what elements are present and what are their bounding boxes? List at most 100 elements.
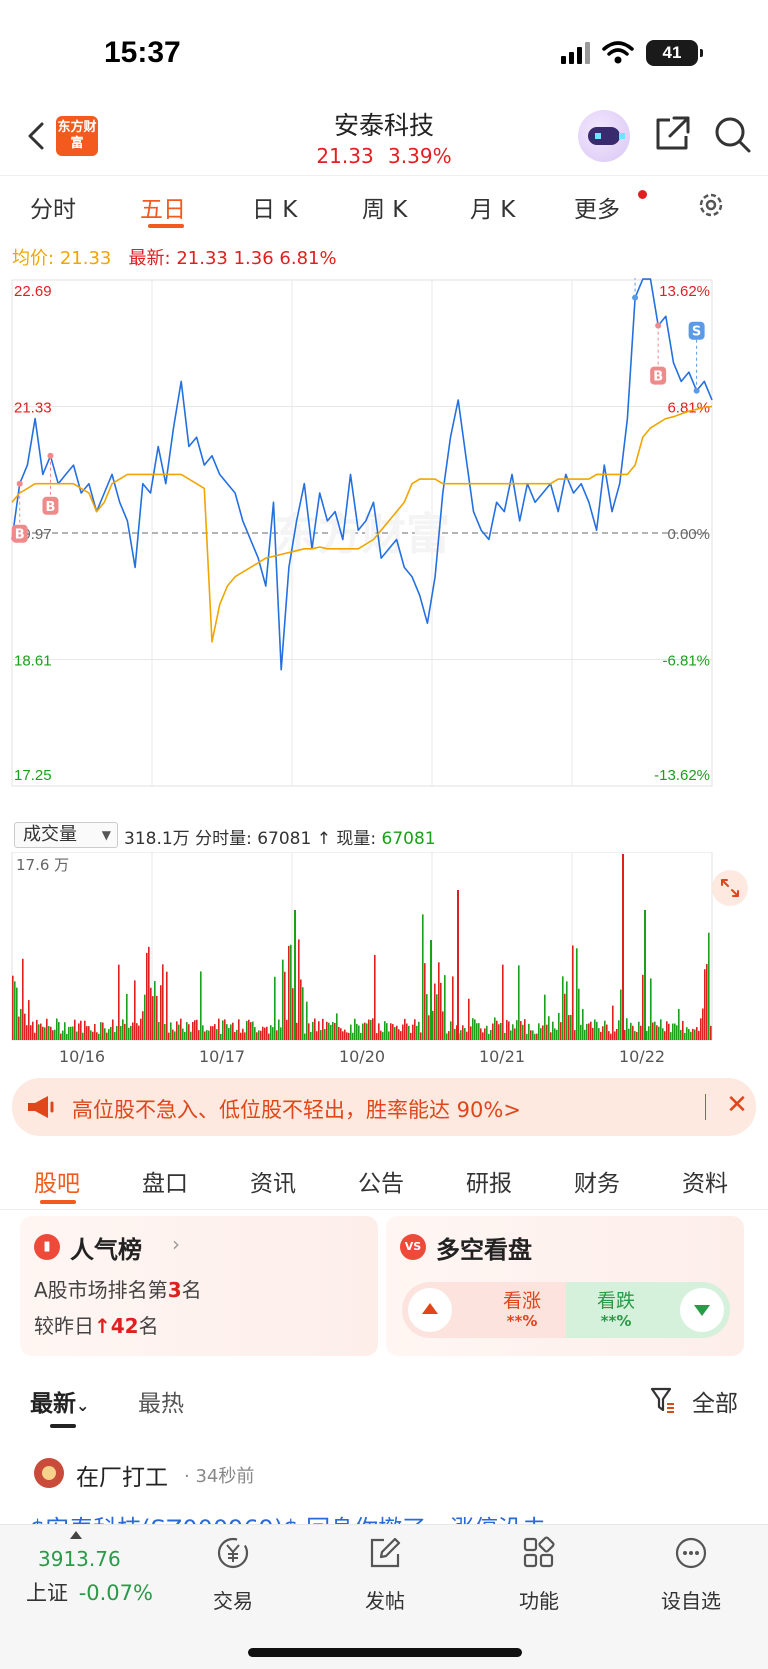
volume-bar bbox=[190, 1031, 192, 1040]
filter-icon[interactable] bbox=[650, 1386, 676, 1414]
volume-bar bbox=[110, 1026, 112, 1040]
post-username[interactable]: 在厂打工 bbox=[76, 1458, 168, 1492]
volume-bar bbox=[570, 1014, 572, 1040]
tab-daily-k[interactable]: 日 K bbox=[252, 190, 297, 224]
search-icon[interactable] bbox=[712, 114, 752, 154]
volume-bar bbox=[536, 1033, 538, 1040]
volume-bar bbox=[108, 1029, 110, 1040]
volume-bar bbox=[408, 1025, 410, 1040]
volume-bar bbox=[416, 1025, 418, 1040]
volume-bar bbox=[688, 1029, 690, 1040]
expand-icon[interactable] bbox=[712, 870, 748, 906]
volume-bar bbox=[512, 1024, 514, 1040]
tab-news[interactable]: 资讯 bbox=[250, 1164, 296, 1198]
volume-bar bbox=[16, 987, 18, 1040]
tab-monthly-k[interactable]: 月 K bbox=[470, 190, 515, 224]
volume-bar bbox=[608, 1031, 610, 1040]
tab-intraday[interactable]: 分时 bbox=[30, 190, 76, 224]
volume-bar bbox=[410, 1032, 412, 1040]
volume-bar bbox=[514, 1028, 516, 1040]
volume-indicator-select[interactable]: 成交量 ▼ bbox=[14, 822, 118, 848]
banner-text[interactable]: 高位股不急入、低位股不轻出，胜率能达 90%> bbox=[72, 1094, 521, 1124]
tab-announcements[interactable]: 公告 bbox=[358, 1164, 404, 1198]
volume-bar bbox=[356, 1023, 358, 1040]
assistant-robot-icon[interactable] bbox=[578, 110, 630, 162]
post-time: · 34秒前 bbox=[184, 1466, 255, 1487]
edit-icon bbox=[370, 1537, 401, 1568]
avatar[interactable] bbox=[34, 1458, 64, 1488]
volume-bar bbox=[530, 1030, 532, 1040]
y-tick-right: -6.81% bbox=[662, 653, 710, 670]
bullish-label[interactable]: 看涨 bbox=[482, 1286, 562, 1313]
volume-bar bbox=[696, 1027, 698, 1040]
tab-five-day[interactable]: 五日 bbox=[140, 190, 186, 224]
volume-bar bbox=[660, 1019, 662, 1040]
bearish-button[interactable] bbox=[680, 1288, 724, 1332]
volume-info: 318.1万 分时量: 67081 ↑ 现量: 67081 bbox=[124, 824, 436, 849]
rank-prefix: A股市场排名第 bbox=[34, 1278, 168, 1302]
volume-bar bbox=[612, 1005, 614, 1040]
share-icon[interactable] bbox=[652, 114, 692, 154]
volume-bar bbox=[640, 1025, 642, 1040]
volume-bar bbox=[94, 1024, 96, 1040]
latest-change-pct: 6.81% bbox=[279, 248, 337, 269]
volume-bar bbox=[708, 932, 710, 1040]
volume-bar bbox=[650, 978, 652, 1040]
y-tick-right: 0.00% bbox=[667, 526, 710, 543]
tab-profile[interactable]: 资料 bbox=[682, 1164, 728, 1198]
promo-banner[interactable]: 高位股不急入、低位股不轻出，胜率能达 90%> ✕ bbox=[12, 1078, 756, 1136]
volume-bar bbox=[272, 1027, 274, 1040]
volume-bar bbox=[552, 1021, 554, 1040]
volume-bar bbox=[18, 1016, 20, 1040]
tab-guba[interactable]: 股吧 bbox=[34, 1164, 80, 1198]
volume-bar bbox=[528, 1023, 530, 1040]
nav-post[interactable]: 发帖 bbox=[340, 1535, 430, 1614]
tab-more[interactable]: 更多 bbox=[574, 190, 620, 224]
price-chart[interactable]: 22.6921.3319.9718.6117.2513.62%6.81%0.00… bbox=[10, 278, 758, 818]
post-item[interactable]: 在厂打工 · 34秒前 $安泰科技(SZ000969)$ 回身你撤了，涨停没去 bbox=[0, 1450, 768, 1530]
volume-bar bbox=[332, 1021, 334, 1040]
volume-chart[interactable]: 17.6 万 10/16 10/17 10/20 10/21 10/22 bbox=[10, 852, 758, 1072]
volume-bar bbox=[50, 1026, 52, 1040]
nav-functions[interactable]: 功能 bbox=[494, 1535, 584, 1614]
sort-latest[interactable]: 最新⌄ bbox=[30, 1384, 89, 1418]
ranking-icon: ▮ bbox=[34, 1234, 60, 1260]
volume-bar bbox=[542, 1025, 544, 1040]
marker-label: B bbox=[653, 370, 663, 385]
period-tabs: 分时 五日 日 K 周 K 月 K 更多 bbox=[0, 176, 768, 232]
tab-weekly-k[interactable]: 周 K bbox=[362, 190, 407, 224]
sentiment-title: 多空看盘 bbox=[436, 1236, 532, 1264]
sentiment-card: VS 多空看盘 看涨 **% 看跌 **% bbox=[386, 1216, 744, 1356]
volume-bar bbox=[164, 1023, 166, 1040]
volume-bar bbox=[324, 1028, 326, 1040]
volume-bar bbox=[178, 1024, 180, 1040]
gear-icon[interactable] bbox=[696, 190, 726, 220]
now-volume-value: 67081 bbox=[381, 829, 436, 849]
nav-trade[interactable]: 交易 bbox=[188, 1535, 278, 1614]
volume-bar bbox=[210, 1026, 212, 1040]
tab-research[interactable]: 研报 bbox=[466, 1164, 512, 1198]
volume-bar bbox=[284, 971, 286, 1040]
filter-all[interactable]: 全部 bbox=[692, 1384, 738, 1418]
sort-hot[interactable]: 最热 bbox=[138, 1384, 184, 1418]
popularity-card[interactable]: ▮ 人气榜 › A股市场排名第3名 较昨日↑42名 bbox=[20, 1216, 378, 1356]
volume-bar bbox=[370, 1020, 372, 1040]
volume-bar bbox=[374, 954, 376, 1040]
nav-post-label: 发帖 bbox=[365, 1589, 405, 1613]
volume-bar bbox=[102, 1022, 104, 1040]
volume-bar bbox=[314, 1018, 316, 1040]
volume-bar bbox=[518, 965, 520, 1040]
nav-add-watchlist[interactable]: 设自选 bbox=[646, 1535, 736, 1614]
volume-bar bbox=[678, 1008, 680, 1040]
tab-pankou[interactable]: 盘口 bbox=[142, 1164, 188, 1198]
marker-label: B bbox=[15, 528, 25, 543]
bearish-label[interactable]: 看跌 bbox=[576, 1286, 656, 1313]
volume-bar bbox=[550, 1032, 552, 1040]
volume-bar bbox=[88, 1026, 90, 1040]
volume-bar bbox=[602, 1026, 604, 1040]
tab-finance[interactable]: 财务 bbox=[574, 1164, 620, 1198]
volume-bar bbox=[674, 1023, 676, 1040]
bullish-button[interactable] bbox=[408, 1288, 452, 1332]
volume-bar bbox=[224, 1019, 226, 1040]
close-icon[interactable]: ✕ bbox=[722, 1090, 752, 1120]
